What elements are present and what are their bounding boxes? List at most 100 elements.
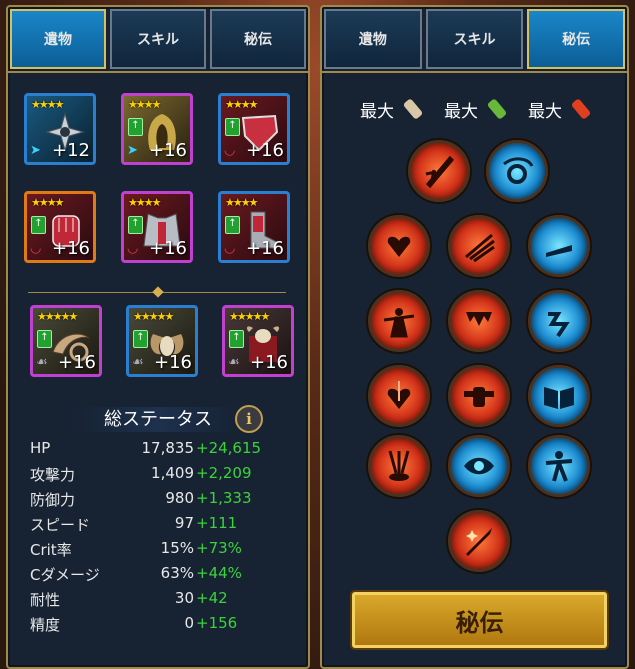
mastery-node-arrow-rain[interactable] [368,435,430,497]
stat-row: 攻撃力 1,409 +2,209 [30,464,300,488]
mastery-node-archer[interactable] [368,290,430,352]
set-icon: ☙ [36,355,48,370]
divine-scroll-icon [570,98,592,120]
artifact-level: +16 [149,140,187,161]
set-icon: ➤ [127,143,138,158]
divider-ornament [152,286,164,298]
max-label-offense: 最大 [360,102,394,122]
stat-name: 耐性 [30,591,61,609]
star-rating: ★★★★ [31,98,64,111]
set-icon: ◡ [224,143,236,158]
mastery-node-sparkling-sword[interactable] [448,510,510,572]
accessory-slot-ring[interactable]: ★★★★★ ↑ ☙ +16 [30,305,102,377]
max-label-support: 最大 [528,102,562,122]
stat-name: Cダメージ [30,566,100,584]
tab-masteries[interactable]: 秘伝 [527,9,626,69]
tab-artifacts[interactable]: 遺物 [324,9,422,69]
info-icon[interactable]: i [235,405,263,433]
artifact-slot-chest[interactable]: ★★★★ ↑ ◡ +16 [121,191,193,263]
set-icon: ◡ [224,241,236,256]
stat-base-value: 980 [165,489,194,507]
star-rating: ★★★★ [31,196,64,209]
artifact-level: +16 [149,238,187,259]
mastery-node-lightning[interactable] [528,290,590,352]
mastery-node-eye[interactable] [448,435,510,497]
tabs-divider [322,71,627,73]
mastery-tabs: 遺物 スキル 秘伝 [322,7,627,71]
set-icon: ☙ [132,355,144,370]
stat-row: Cダメージ 63% +44% [30,564,300,588]
stat-bonus-value: +42 [196,589,228,607]
stat-base-value: 1,409 [151,464,194,482]
accessory-level: +16 [250,352,288,373]
star-rating: ★★★★ [128,98,161,111]
artifact-level: +16 [246,238,284,259]
stat-bonus-value: +44% [196,564,242,582]
stat-name: Crit率 [30,541,72,559]
gear-panel: 遺物 スキル 秘伝 ★★★★ ➤ +12 ★★★★ ↑ ➤ +16 ★★★★ ↑… [6,5,310,669]
artifact-slot-gloves[interactable]: ★★★★ ↑ ◡ +16 [24,191,96,263]
mastery-node-book[interactable] [528,365,590,427]
mastery-node-claw-slash[interactable] [448,215,510,277]
mastery-node-blue-blade[interactable] [528,215,590,277]
stat-row: HP 17,835 +24,615 [30,439,300,463]
stat-row: スピード 97 +111 [30,514,300,538]
basic-scroll-icon [402,98,424,120]
star-rating: ★★★★★ [133,310,174,323]
max-label-defense: 最大 [444,102,478,122]
stat-base-value: 17,835 [141,439,195,457]
accessory-level: +16 [58,352,96,373]
mastery-node-blade-disciple[interactable] [408,140,470,202]
advanced-scroll-icon [486,98,508,120]
mastery-node-fangs[interactable] [448,290,510,352]
artifact-level: +12 [52,140,90,161]
total-stats-title: 総ステータス [8,405,308,432]
star-rating: ★★★★★ [229,310,270,323]
tab-skills[interactable]: スキル [425,9,524,69]
star-rating: ★★★★★ [37,310,78,323]
mastery-button[interactable]: 秘伝 [352,592,607,648]
stat-name: HP [30,439,51,457]
set-icon: ◡ [127,241,139,256]
accessory-slot-amulet[interactable]: ★★★★★ ↑ ☙ +16 [126,305,198,377]
mastery-node-fist-sword[interactable] [448,365,510,427]
mastery-node-bleeding-heart[interactable] [368,365,430,427]
stat-bonus-value: +1,333 [196,489,252,507]
stat-base-value: 63% [160,564,194,582]
stat-row: Crit率 15% +73% [30,539,300,563]
artifact-level: +16 [52,238,90,259]
artifact-slot-boots[interactable]: ★★★★ ↑ ◡ +16 [218,191,290,263]
stat-row: 精度 0 +156 [30,614,300,638]
set-icon: ☙ [228,355,240,370]
artifact-slot-weapon[interactable]: ★★★★ ➤ +12 [24,93,96,165]
stat-bonus-value: +24,615 [196,439,262,457]
mastery-panel: 遺物 スキル 秘伝 最大 最大 最大 秘伝 [320,5,629,669]
set-icon: ➤ [30,143,41,158]
star-rating: ★★★★ [225,98,258,111]
artifact-slot-shield[interactable]: ★★★★ ↑ ◡ +16 [218,93,290,165]
mastery-node-dancer[interactable] [528,435,590,497]
gear-tabs: 遺物 スキル 秘伝 [8,7,308,71]
stat-row: 防御力 980 +1,333 [30,489,300,513]
tab-masteries[interactable]: 秘伝 [210,9,306,69]
set-icon: ◡ [30,241,42,256]
artifact-slot-helmet[interactable]: ★★★★ ↑ ➤ +16 [121,93,193,165]
stat-base-value: 0 [184,614,194,632]
total-stats-title-text: 総ステータス [74,407,242,432]
stat-bonus-value: +156 [196,614,238,632]
mastery-node-heart-figure[interactable] [368,215,430,277]
mastery-node-blue-spiral[interactable] [486,140,548,202]
tab-skills[interactable]: スキル [110,9,206,69]
accessory-level: +16 [154,352,192,373]
stat-bonus-value: +2,209 [196,464,252,482]
stat-name: スピード [30,516,91,534]
accessory-slot-banner[interactable]: ★★★★★ ↑ ☙ +16 [222,305,294,377]
stat-base-value: 97 [174,514,194,532]
stat-bonus-value: +73% [196,539,242,557]
tab-artifacts[interactable]: 遺物 [10,9,106,69]
stat-name: 精度 [30,616,61,634]
stat-base-value: 15% [160,539,194,557]
star-rating: ★★★★ [128,196,161,209]
stat-base-value: 30 [174,589,194,607]
stat-row: 耐性 30 +42 [30,589,300,613]
